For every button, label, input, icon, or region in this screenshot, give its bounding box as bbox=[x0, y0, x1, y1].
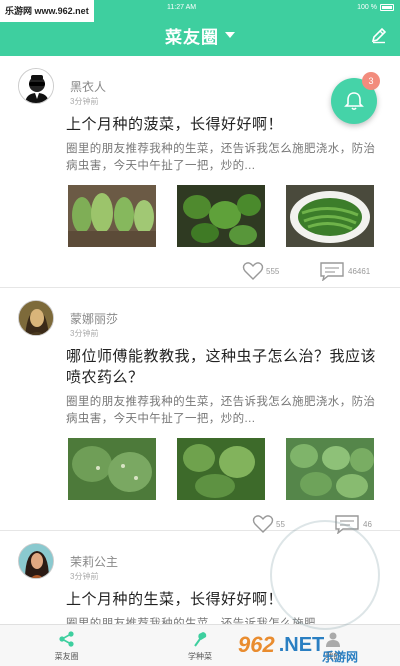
bell-icon bbox=[344, 92, 364, 111]
watermark-subtitle: 乐游网 bbox=[322, 650, 359, 664]
post-image[interactable] bbox=[286, 438, 374, 500]
header-title-dropdown[interactable]: 菜友圈 bbox=[165, 23, 235, 48]
share-icon bbox=[59, 630, 74, 647]
post-time: 3分钟前 bbox=[70, 572, 99, 581]
post-image[interactable] bbox=[177, 185, 265, 247]
comment-count: 46 bbox=[363, 519, 372, 529]
post-card[interactable]: 茉莉公主 3分钟前 上个月种的生菜，长得好好啊！ 圈里的朋友推荐我种的生菜，还告… bbox=[0, 531, 400, 624]
notification-badge: 3 bbox=[362, 72, 380, 90]
post-time: 3分钟前 bbox=[70, 97, 99, 106]
post-header: 茉莉公主 3分钟前 bbox=[14, 531, 386, 583]
post-author[interactable]: 黑衣人 bbox=[70, 78, 106, 95]
post-body[interactable]: 圈里的朋友推荐我种的生菜，还告诉我怎么施肥浇水，防治病虫害，今天中午扯了一把，炒… bbox=[66, 141, 386, 175]
comment-icon bbox=[320, 262, 344, 281]
watermark-logo: 962 .NET bbox=[238, 626, 324, 664]
watermark-number: 962 bbox=[238, 632, 275, 657]
comment-count: 46461 bbox=[348, 266, 371, 276]
nav-item-caiyouquan[interactable]: 菜友圈 bbox=[0, 625, 133, 666]
notification-button[interactable]: 3 bbox=[331, 72, 380, 124]
caret-down-icon bbox=[225, 32, 235, 38]
watermark-net: .NET bbox=[278, 633, 325, 656]
post-image[interactable] bbox=[68, 185, 156, 247]
post-actions: 555 46461 bbox=[14, 247, 386, 293]
post-image[interactable] bbox=[68, 438, 156, 500]
avatar[interactable] bbox=[18, 543, 54, 579]
status-right: 100 % bbox=[357, 3, 394, 11]
post-images bbox=[68, 438, 374, 500]
avatar[interactable] bbox=[18, 300, 54, 336]
post-feed[interactable]: 黑衣人 3分钟前 上个月种的菠菜，长得好好啊！ 圈里的朋友推荐我种的生菜，还告诉… bbox=[0, 56, 400, 624]
edit-icon[interactable] bbox=[370, 26, 388, 44]
status-time: 11:27 AM bbox=[167, 3, 197, 11]
post-title[interactable]: 上个月种的生菜，长得好好啊！ bbox=[66, 589, 386, 610]
like-button[interactable]: 555 bbox=[242, 261, 279, 281]
watermark-site-tag: 乐游网 www.962.net bbox=[0, 0, 94, 22]
avatar[interactable] bbox=[18, 68, 54, 104]
post-title[interactable]: 哪位师傅能教教我，这种虫子怎么治？我应该喷农药么？ bbox=[66, 346, 386, 388]
post-body[interactable]: 圈里的朋友推荐我种的生菜，还告诉我怎么施肥 bbox=[66, 616, 386, 624]
page-title: 菜友圈 bbox=[165, 27, 219, 47]
post-image[interactable] bbox=[286, 185, 374, 247]
nav-label: 学种菜 bbox=[187, 651, 212, 661]
like-count: 555 bbox=[266, 266, 280, 276]
post-author[interactable]: 蒙娜丽莎 bbox=[70, 310, 118, 327]
comment-button[interactable]: 46461 bbox=[319, 261, 370, 281]
post-author[interactable]: 茉莉公主 bbox=[70, 553, 118, 570]
profile-icon bbox=[326, 632, 341, 647]
shovel-icon bbox=[194, 631, 207, 647]
battery-label: 100 % bbox=[357, 3, 377, 11]
battery-icon bbox=[379, 3, 394, 11]
post-images bbox=[68, 185, 374, 247]
like-count: 55 bbox=[276, 519, 285, 529]
post-image[interactable] bbox=[177, 438, 265, 500]
post-header: 蒙娜丽莎 3分钟前 bbox=[14, 288, 386, 340]
post-time: 3分钟前 bbox=[70, 329, 99, 338]
post-body[interactable]: 圈里的朋友推荐我种的生菜，还告诉我怎么施肥浇水，防治病虫害，今天中午扯了一把，炒… bbox=[66, 394, 386, 428]
heart-icon bbox=[242, 262, 264, 280]
nav-label: 菜友圈 bbox=[54, 651, 79, 661]
post-card[interactable]: 蒙娜丽莎 3分钟前 哪位师傅能教教我，这种虫子怎么治？我应该喷农药么？ 圈里的朋… bbox=[0, 288, 400, 534]
